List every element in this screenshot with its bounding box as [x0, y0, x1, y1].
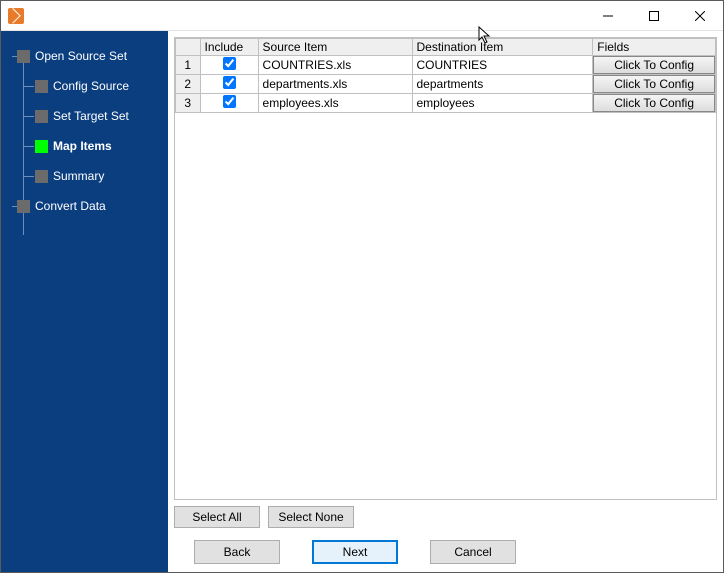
- cell-include: [200, 56, 258, 75]
- cell-destination-item[interactable]: departments: [412, 75, 593, 94]
- step-box-icon: [35, 170, 48, 183]
- col-header-dest[interactable]: Destination Item: [412, 39, 593, 56]
- step-box-icon: [17, 200, 30, 213]
- mapping-table-container: Include Source Item Destination Item Fie…: [174, 37, 717, 500]
- app-window: Open Source Set Config Source Set Target S…: [0, 0, 724, 573]
- cell-fields: Click To Config: [593, 75, 716, 94]
- include-checkbox[interactable]: [223, 95, 236, 108]
- step-label: Set Target Set: [53, 109, 129, 123]
- step-label: Map Items: [53, 139, 112, 153]
- col-header-source[interactable]: Source Item: [258, 39, 412, 56]
- col-header-rownum: [176, 39, 201, 56]
- minimize-button[interactable]: [585, 1, 631, 30]
- wizard-sidebar: Open Source Set Config Source Set Target S…: [1, 31, 168, 572]
- step-label: Summary: [53, 169, 104, 183]
- step-box-icon: [35, 110, 48, 123]
- wizard-step-convert-data[interactable]: Convert Data: [1, 191, 168, 221]
- wizard-step-config-source[interactable]: Config Source: [1, 71, 168, 101]
- cell-fields: Click To Config: [593, 94, 716, 113]
- step-label: Config Source: [53, 79, 129, 93]
- app-icon: [8, 8, 24, 24]
- step-box-icon: [35, 80, 48, 93]
- wizard-step-map-items[interactable]: Map Items: [1, 131, 168, 161]
- maximize-icon: [649, 11, 659, 21]
- titlebar: [1, 1, 723, 31]
- selection-toolbar: Select All Select None: [174, 500, 717, 528]
- cell-include: [200, 75, 258, 94]
- mapping-table: Include Source Item Destination Item Fie…: [175, 38, 716, 113]
- row-number: 2: [176, 75, 201, 94]
- wizard-nav-bar: Back Next Cancel: [174, 528, 717, 564]
- back-button[interactable]: Back: [194, 540, 280, 564]
- table-row[interactable]: 3 employees.xlsemployeesClick To Config: [176, 94, 716, 113]
- include-checkbox[interactable]: [223, 76, 236, 89]
- cell-include: [200, 94, 258, 113]
- wizard-step-set-target-set[interactable]: Set Target Set: [1, 101, 168, 131]
- minimize-icon: [603, 11, 613, 21]
- click-to-config-button[interactable]: Click To Config: [593, 56, 715, 74]
- cell-fields: Click To Config: [593, 56, 716, 75]
- cancel-button[interactable]: Cancel: [430, 540, 516, 564]
- row-number: 3: [176, 94, 201, 113]
- cell-destination-item[interactable]: employees: [412, 94, 593, 113]
- main-panel: Include Source Item Destination Item Fie…: [168, 31, 723, 572]
- col-header-fields[interactable]: Fields: [593, 39, 716, 56]
- body: Open Source Set Config Source Set Target S…: [1, 31, 723, 572]
- click-to-config-button[interactable]: Click To Config: [593, 94, 715, 112]
- select-none-button[interactable]: Select None: [268, 506, 354, 528]
- select-all-button[interactable]: Select All: [174, 506, 260, 528]
- cell-source-item[interactable]: employees.xls: [258, 94, 412, 113]
- close-icon: [695, 11, 705, 21]
- maximize-button[interactable]: [631, 1, 677, 30]
- wizard-step-open-source-set[interactable]: Open Source Set: [1, 41, 168, 71]
- include-checkbox[interactable]: [223, 57, 236, 70]
- wizard-steps-tree: Open Source Set Config Source Set Target S…: [1, 41, 168, 221]
- col-header-include[interactable]: Include: [200, 39, 258, 56]
- wizard-step-summary[interactable]: Summary: [1, 161, 168, 191]
- cell-source-item[interactable]: departments.xls: [258, 75, 412, 94]
- next-button[interactable]: Next: [312, 540, 398, 564]
- close-button[interactable]: [677, 1, 723, 30]
- click-to-config-button[interactable]: Click To Config: [593, 75, 715, 93]
- cell-source-item[interactable]: COUNTRIES.xls: [258, 56, 412, 75]
- cell-destination-item[interactable]: COUNTRIES: [412, 56, 593, 75]
- table-row[interactable]: 2 departments.xlsdepartmentsClick To Conf…: [176, 75, 716, 94]
- step-box-icon: [17, 50, 30, 63]
- step-label: Open Source Set: [35, 49, 127, 63]
- step-label: Convert Data: [35, 199, 106, 213]
- row-number: 1: [176, 56, 201, 75]
- step-box-icon: [35, 140, 48, 153]
- table-row[interactable]: 1 COUNTRIES.xlsCOUNTRIESClick To Config: [176, 56, 716, 75]
